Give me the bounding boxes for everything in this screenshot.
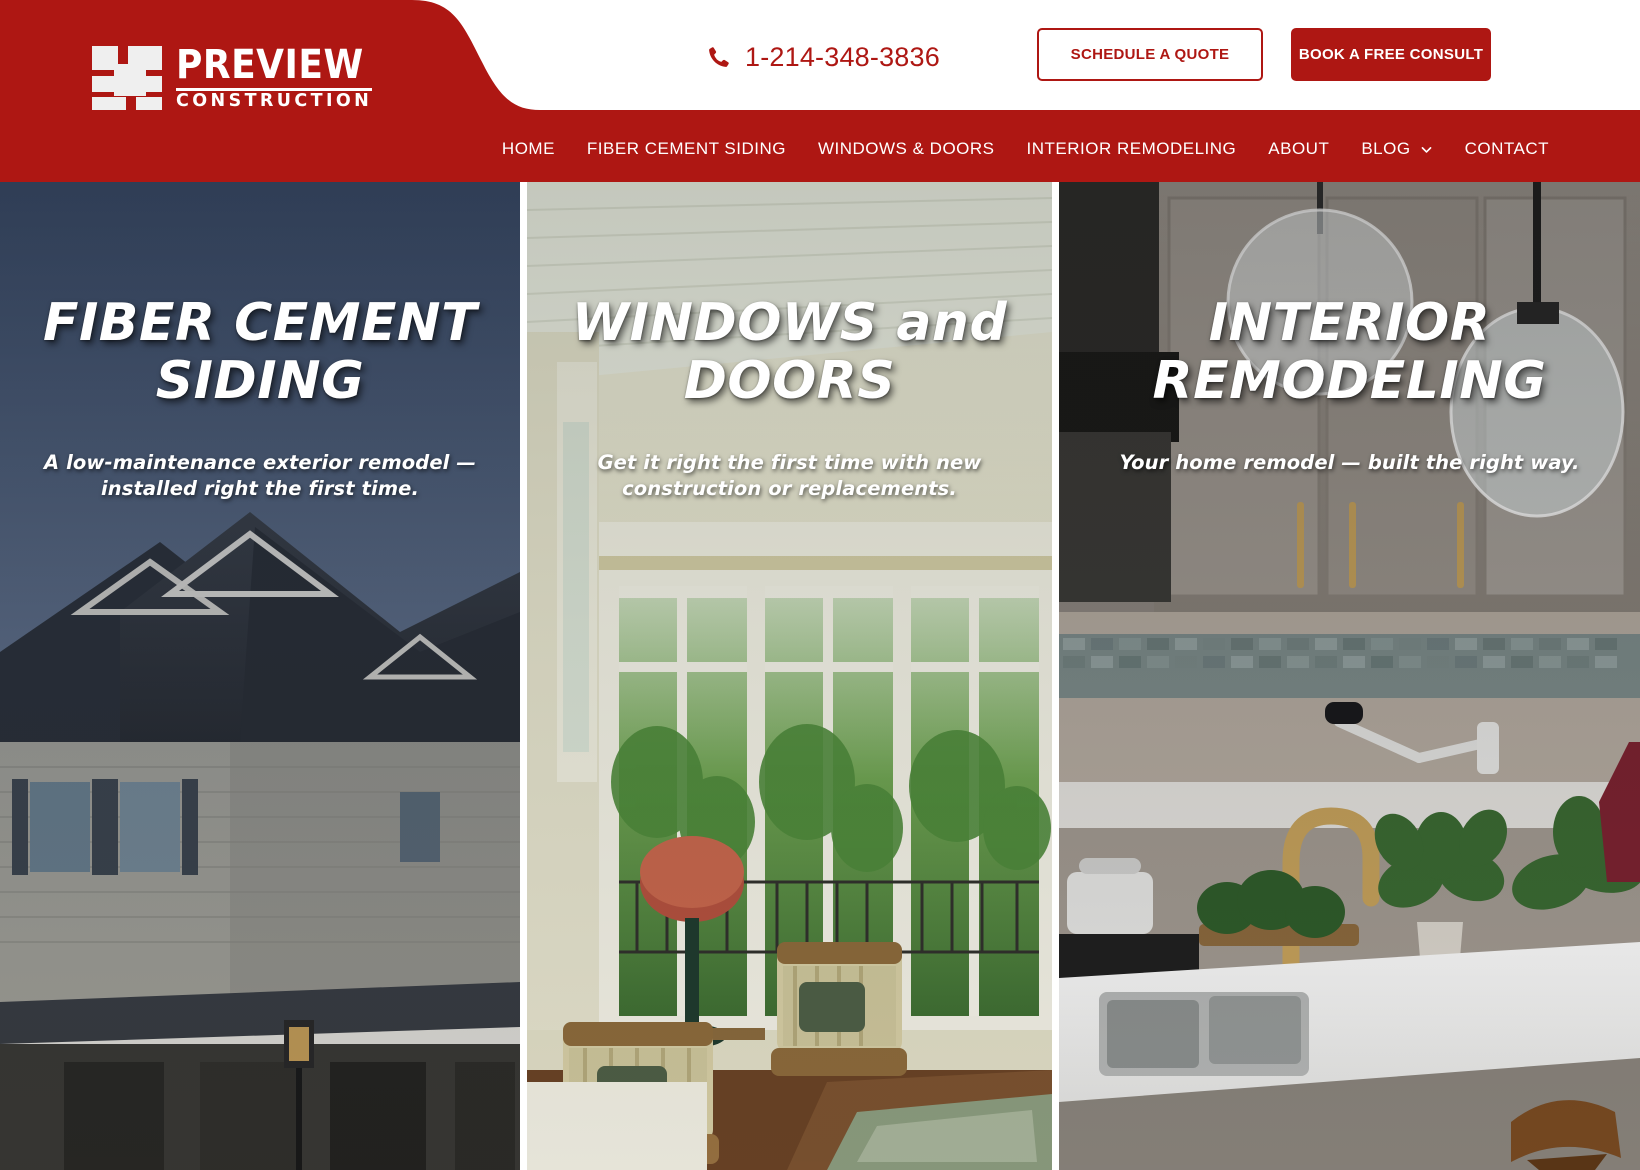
panel-text-block: WINDOWS and DOORS Get it right the first… [527, 294, 1052, 502]
logo-sub-text: CONSTRUCTION [176, 91, 373, 112]
nav-label: BLOG [1361, 139, 1411, 158]
phone-link[interactable]: 1-214-348-3836 [705, 42, 940, 73]
schedule-quote-button[interactable]: SCHEDULE A QUOTE [1037, 28, 1263, 81]
site-logo[interactable]: PREVIEW CONSTRUCTION [92, 42, 373, 112]
square-frame-logo-icon [92, 46, 162, 111]
chevron-down-icon [1421, 146, 1431, 153]
nav-item-fiber-cement-siding[interactable]: FIBER CEMENT SIDING [571, 139, 802, 159]
nav-item-windows-and-doors[interactable]: WINDOWS & DOORS [802, 139, 1011, 159]
nav-label: ABOUT [1268, 139, 1330, 158]
hero-panels: FIBER CEMENT SIDING A low-maintenance ex… [0, 182, 1640, 1170]
hero-panel-windows-and-doors[interactable]: WINDOWS and DOORS Get it right the first… [527, 182, 1052, 1170]
main-navigation: HOME FIBER CEMENT SIDING WINDOWS & DOORS… [0, 125, 1640, 173]
hero-panel-fiber-cement-siding[interactable]: FIBER CEMENT SIDING A low-maintenance ex… [0, 182, 520, 1170]
hero-panel-interior-remodeling[interactable]: INTERIOR REMODELING Your home remodel — … [1059, 182, 1640, 1170]
phone-icon [709, 46, 729, 67]
panel-text-block: FIBER CEMENT SIDING A low-maintenance ex… [0, 294, 520, 502]
nav-label: CONTACT [1464, 139, 1549, 158]
book-free-consult-button[interactable]: BOOK A FREE CONSULT [1291, 28, 1491, 81]
nav-label: WINDOWS & DOORS [817, 139, 995, 158]
nav-label: INTERIOR REMODELING [1026, 139, 1237, 158]
panel-title: FIBER CEMENT SIDING [42, 293, 478, 412]
panel-divider [520, 182, 527, 1170]
logo-main-text: PREVIEW [176, 42, 364, 88]
nav-item-interior-remodeling[interactable]: INTERIOR REMODELING [1011, 139, 1253, 159]
nav-item-blog[interactable]: BLOG [1345, 139, 1448, 159]
panel-title: WINDOWS and DOORS [571, 293, 1008, 412]
panel-text-block: INTERIOR REMODELING Your home remodel — … [1059, 294, 1640, 476]
page-root: PREVIEW CONSTRUCTION 1-214-348-3836 SCHE… [0, 0, 1640, 1170]
nav-label: FIBER CEMENT SIDING [586, 139, 786, 158]
panel-subtitle: A low-maintenance exterior remodel — ins… [44, 451, 476, 501]
panel-divider [1052, 182, 1059, 1170]
phone-number: 1-214-348-3836 [745, 42, 940, 72]
nav-item-home[interactable]: HOME [486, 139, 571, 159]
site-header: PREVIEW CONSTRUCTION 1-214-348-3836 SCHE… [0, 0, 1640, 182]
nav-item-contact[interactable]: CONTACT [1449, 139, 1565, 159]
nav-item-about[interactable]: ABOUT [1252, 139, 1345, 159]
panel-subtitle: Get it right the first time with new con… [597, 451, 982, 501]
panel-title: INTERIOR REMODELING [1152, 293, 1547, 412]
nav-label: HOME [501, 139, 555, 158]
panel-subtitle: Your home remodel — built the right way. [1119, 451, 1580, 475]
logo-wordmark: PREVIEW CONSTRUCTION [176, 42, 373, 112]
